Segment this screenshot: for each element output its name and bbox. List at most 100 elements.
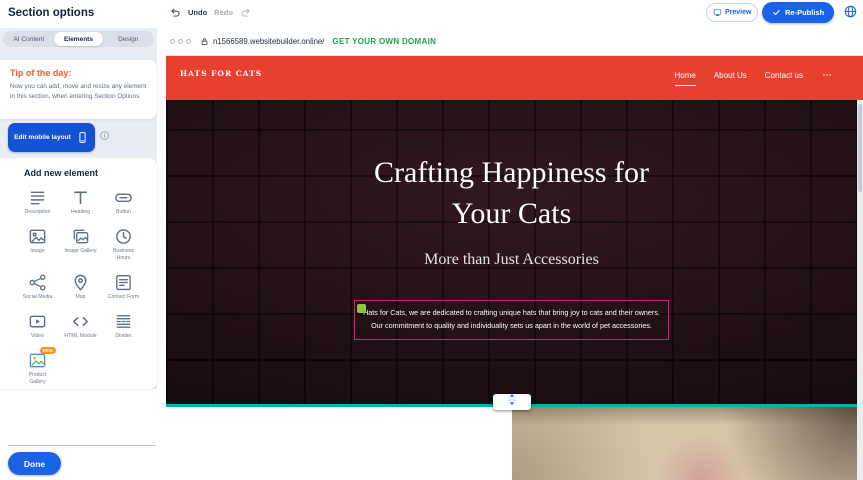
add-element-label: Business Hours <box>107 248 141 262</box>
add-element-label: Image <box>30 248 44 255</box>
hero-section[interactable]: Crafting Happiness forYour Cats More tha… <box>166 100 857 407</box>
nav-items: Home About Us Contact us <box>675 71 804 86</box>
panel-tab[interactable]: AI Content <box>4 32 54 46</box>
tip-body: Now you can add, move and resize any ele… <box>10 82 147 102</box>
image-gallery-icon <box>71 227 90 246</box>
site-preview: HATS FOR CATS Home About Us Contact us C… <box>166 56 857 480</box>
map-icon <box>71 273 90 292</box>
window-dot <box>178 39 183 44</box>
editor-window: Section options Undo Redo Preview Re-Pub… <box>0 0 863 480</box>
republish-label: Re-Publish <box>785 8 824 17</box>
html-module-icon <box>71 312 90 331</box>
add-element-label: Video <box>31 333 44 340</box>
monitor-icon <box>713 8 722 17</box>
info-icon[interactable] <box>99 130 110 141</box>
editor-topbar: Section options Undo Redo Preview Re-Pub… <box>0 0 863 28</box>
site-header: HATS FOR CATS Home About Us Contact us <box>166 56 857 100</box>
site-nav: Home About Us Contact us <box>675 71 834 86</box>
tip-heading: Tip of the day: <box>10 68 147 78</box>
description-icon <box>28 188 47 207</box>
add-element-item[interactable]: NEW Product Gallery <box>16 351 59 386</box>
edit-mobile-label: Edit mobile layout <box>14 134 71 141</box>
tab-label: AI Content <box>13 36 44 43</box>
nav-item[interactable]: Home <box>675 71 696 86</box>
window-dot <box>186 39 191 44</box>
button-icon <box>114 188 133 207</box>
add-element-label: Social Media <box>23 294 53 301</box>
republish-button[interactable]: Re-Publish <box>762 2 834 23</box>
element-grid: Description Heading Button Im <box>16 188 145 386</box>
add-element-title: Add new element <box>24 168 145 178</box>
panel-tabs: AI Content Elements Design <box>3 31 154 47</box>
add-element-item[interactable]: Description <box>16 188 59 216</box>
hero-paragraph[interactable]: Hats for Cats, we are dedicated to craft… <box>354 300 669 340</box>
add-element-label: Image Gallery <box>64 248 96 255</box>
social-media-icon <box>28 273 47 292</box>
preview-scrollbar[interactable] <box>857 56 863 480</box>
next-section-photo <box>512 407 857 480</box>
hero-subheadline[interactable]: More than Just Accessories <box>166 251 857 269</box>
image-icon <box>28 227 47 246</box>
preview-label: Preview <box>725 9 751 16</box>
site-logo[interactable]: HATS FOR CATS <box>180 69 262 78</box>
add-element-item[interactable]: Business Hours <box>102 227 145 262</box>
divider-icon <box>114 312 133 331</box>
edit-mobile-layout-button[interactable]: Edit mobile layout <box>8 123 95 152</box>
browser-bar: n1566589.websitebuilder.online/ GET YOUR… <box>166 28 863 56</box>
headline-line: Your Cats <box>166 193 857 234</box>
scrollbar-thumb[interactable] <box>858 104 862 192</box>
new-badge: NEW <box>40 347 56 354</box>
site-url: n1566589.websitebuilder.online/ <box>213 37 324 46</box>
phone-icon <box>76 131 89 144</box>
globe-icon[interactable] <box>843 4 858 19</box>
tab-label: Elements <box>64 36 93 43</box>
headline-line: Crafting Happiness for <box>166 152 857 193</box>
lock-icon <box>200 37 209 46</box>
contact-form-icon <box>114 273 133 292</box>
add-element-item[interactable]: Divider <box>102 312 145 340</box>
undo-button[interactable]: Undo <box>188 8 207 17</box>
tab-label: Design <box>118 36 138 43</box>
heading-icon <box>71 188 90 207</box>
panel-divider <box>8 445 156 446</box>
done-button[interactable]: Done <box>8 452 61 475</box>
redo-button[interactable]: Redo <box>214 8 233 17</box>
add-element-item[interactable]: Map <box>59 273 102 301</box>
video-icon <box>28 312 47 331</box>
add-element-label: Contact Form <box>108 294 139 301</box>
add-element-item[interactable]: Contact Form <box>102 273 145 301</box>
section-resize-handle[interactable] <box>493 394 531 410</box>
hero-headline[interactable]: Crafting Happiness forYour Cats <box>166 152 857 235</box>
get-own-domain-link[interactable]: GET YOUR OWN DOMAIN <box>332 37 436 46</box>
add-element-item[interactable]: Image <box>16 227 59 262</box>
add-element-label: Product Gallery <box>21 372 55 386</box>
nav-item[interactable]: About Us <box>714 71 747 86</box>
add-element-label: Description <box>25 209 51 216</box>
ai-assistant-chip-icon[interactable] <box>357 304 366 313</box>
redo-icon[interactable] <box>240 7 251 18</box>
nav-item[interactable]: Contact us <box>765 71 803 86</box>
add-element-item[interactable]: Heading <box>59 188 102 216</box>
resize-arrows-icon <box>502 393 522 411</box>
panel-tab[interactable]: Design <box>103 32 153 46</box>
paragraph-line: Our commitment to quality and individual… <box>363 320 660 333</box>
add-element-card: Add new element Description Heading <box>0 158 157 389</box>
add-element-item[interactable]: Social Media <box>16 273 59 301</box>
add-element-label: Map <box>75 294 85 301</box>
panel-tab[interactable]: Elements <box>54 32 104 46</box>
window-dot <box>170 39 175 44</box>
undo-icon[interactable] <box>170 7 181 18</box>
paragraph-line: Hats for Cats, we are dedicated to craft… <box>363 307 660 320</box>
preview-button[interactable]: Preview <box>706 3 758 22</box>
add-element-label: Heading <box>71 209 90 216</box>
hero-paragraph-wrap: Hats for Cats, we are dedicated to craft… <box>166 300 857 340</box>
scrollbar-header-segment <box>857 56 863 100</box>
add-element-item[interactable]: Button <box>102 188 145 216</box>
add-element-item[interactable]: Image Gallery <box>59 227 102 262</box>
next-section[interactable] <box>166 407 857 480</box>
add-element-item[interactable]: Video <box>16 312 59 340</box>
tip-card: Tip of the day: Now you can add, move an… <box>0 60 157 119</box>
add-element-item[interactable]: HTML Module <box>59 312 102 340</box>
page-title: Section options <box>8 7 94 19</box>
nav-more-icon[interactable] <box>821 70 833 80</box>
